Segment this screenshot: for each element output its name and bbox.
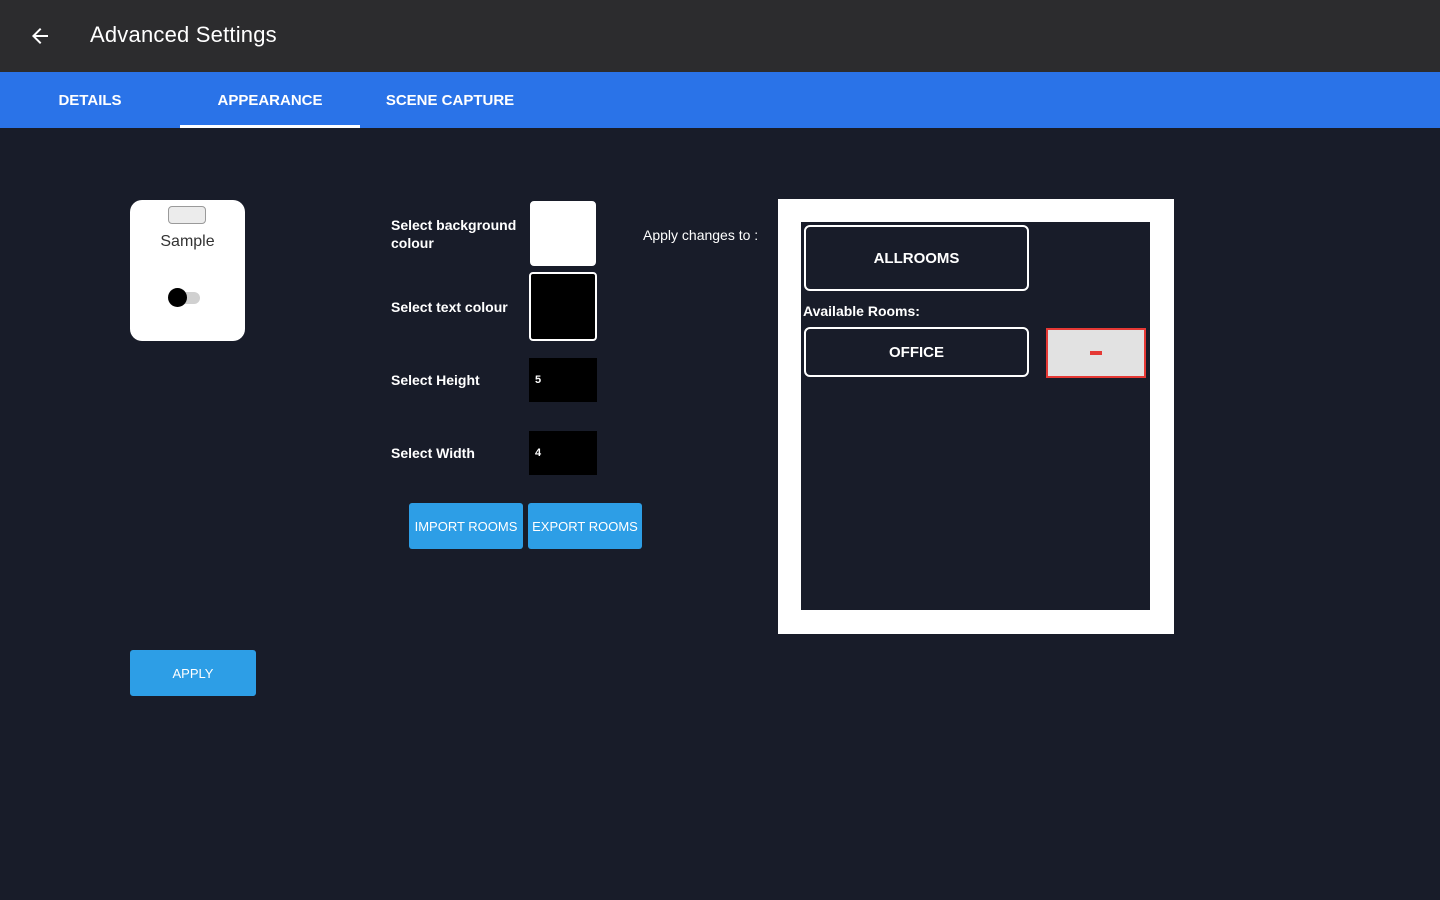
tab-appearance[interactable]: APPEARANCE	[180, 72, 360, 128]
width-label: Select Width	[391, 445, 475, 461]
tab-scene-capture[interactable]: SCENE CAPTURE	[360, 72, 540, 128]
arrow-left-icon	[32, 28, 48, 44]
app-bar: Advanced Settings	[0, 0, 1440, 72]
back-button[interactable]	[22, 20, 58, 52]
background-colour-swatch[interactable]	[530, 201, 596, 266]
available-rooms-label: Available Rooms:	[803, 303, 920, 319]
apply-button[interactable]: APPLY	[130, 650, 256, 696]
sample-label: Sample	[160, 233, 215, 250]
export-rooms-button[interactable]: EXPORT ROOMS	[528, 503, 642, 549]
led-indicator-icon	[168, 206, 206, 224]
text-colour-label: Select text colour	[391, 299, 508, 315]
background-colour-label: Select background colour	[391, 217, 517, 251]
rooms-list: ALLROOMS Available Rooms: OFFICE	[801, 222, 1150, 610]
text-colour-swatch[interactable]	[529, 272, 597, 341]
remove-room-button[interactable]	[1046, 328, 1146, 378]
height-input[interactable]: 5	[529, 358, 597, 402]
page-title: Advanced Settings	[90, 22, 277, 47]
tab-details[interactable]: DETAILS	[0, 72, 180, 128]
tab-bar: DETAILS APPEARANCE SCENE CAPTURE	[0, 72, 1440, 128]
minus-icon	[1090, 351, 1102, 355]
height-label: Select Height	[391, 372, 480, 388]
room-item-office[interactable]: OFFICE	[804, 327, 1029, 377]
sample-preview-card: Sample	[130, 200, 245, 341]
apply-changes-label: Apply changes to :	[643, 227, 759, 243]
width-input[interactable]: 4	[529, 431, 597, 475]
all-rooms-button[interactable]: ALLROOMS	[804, 225, 1029, 291]
toggle-switch-icon	[168, 288, 187, 307]
rooms-panel: ALLROOMS Available Rooms: OFFICE	[778, 199, 1174, 634]
import-rooms-button[interactable]: IMPORT ROOMS	[409, 503, 523, 549]
